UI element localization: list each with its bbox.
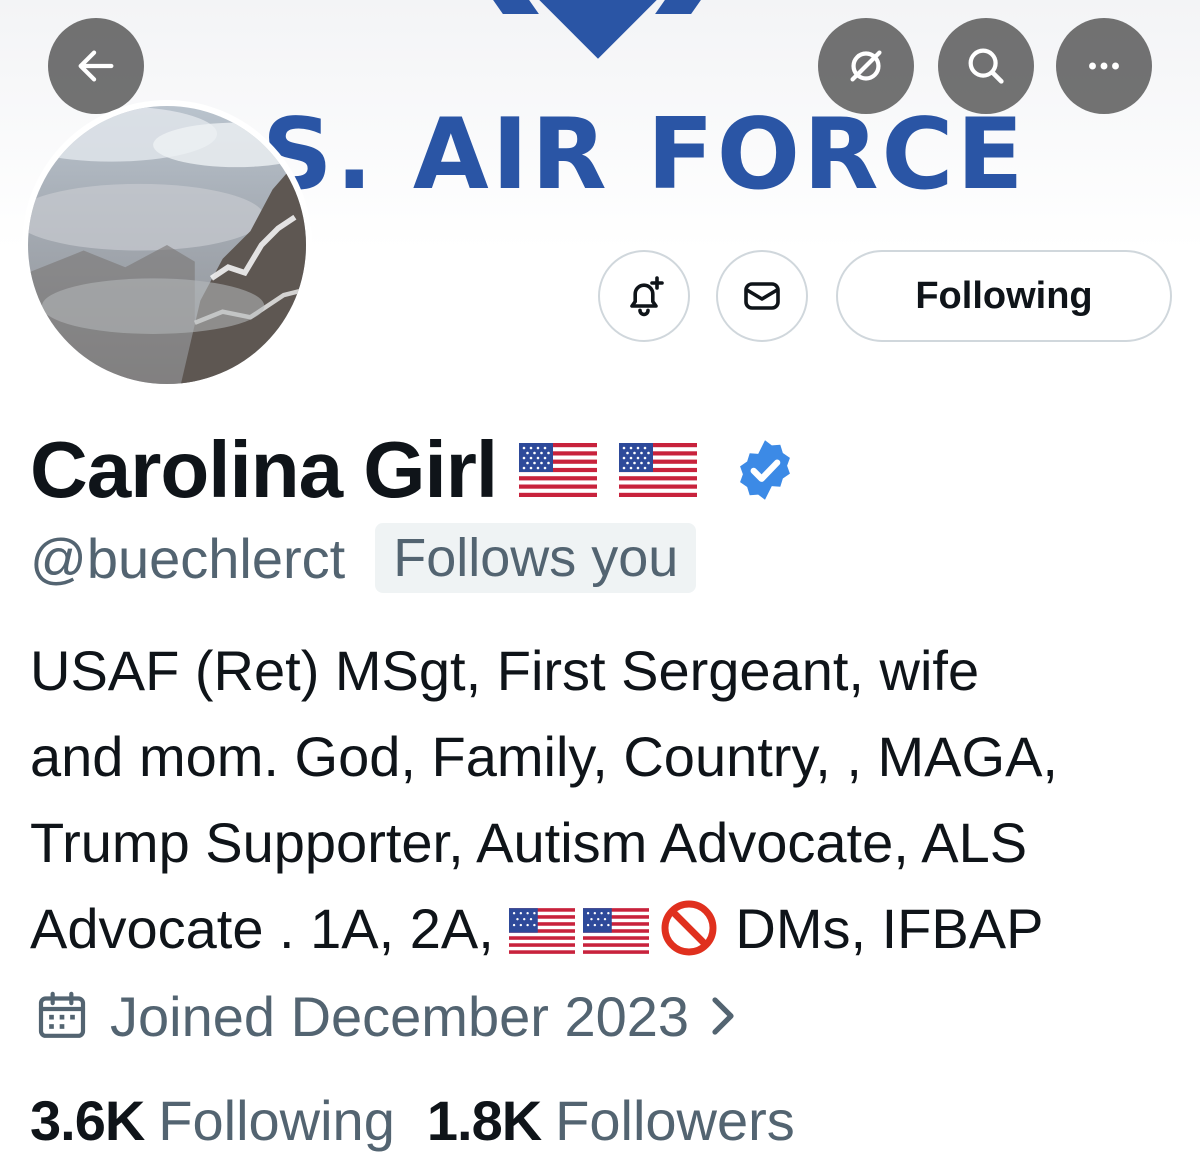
bio-line: Advocate . 1A, 2A, DMs, IFBAP	[30, 886, 1180, 972]
follows-you-badge: Follows you	[375, 523, 697, 593]
display-name-row: Carolina Girl	[30, 420, 799, 520]
joined-date: Joined December 2023	[110, 984, 690, 1048]
stats-row: 3.6K Following 1.8K Followers	[30, 1084, 827, 1156]
banner-logo-wing-left	[493, 0, 539, 14]
search-icon	[968, 48, 1004, 84]
bio: USAF (Ret) MSgt, First Sergeant, wife an…	[30, 628, 1180, 972]
chevron-right-icon	[712, 997, 734, 1035]
following-stat[interactable]: 3.6K Following	[30, 1088, 427, 1153]
avatar-image	[28, 106, 306, 384]
arrow-left-icon	[78, 50, 114, 82]
banner-logo-wing-right	[655, 0, 701, 14]
bio-line: USAF (Ret) MSgt, First Sergeant, wife	[30, 639, 980, 702]
more-button[interactable]	[1056, 18, 1152, 114]
followers-stat[interactable]: 1.8K Followers	[427, 1088, 827, 1153]
envelope-icon	[744, 282, 780, 310]
display-name: Carolina Girl	[30, 425, 498, 514]
grok-icon	[850, 50, 882, 82]
bell-plus-icon	[630, 276, 664, 317]
avatar[interactable]	[22, 100, 312, 390]
search-button[interactable]	[938, 18, 1034, 114]
banner-logo-diamond	[527, 0, 669, 59]
user-handle: @buechlerct	[30, 526, 346, 590]
us-flag-icon	[519, 443, 598, 497]
following-button[interactable]: Following	[836, 250, 1172, 342]
us-flag-icon	[509, 908, 576, 954]
us-flag-icon	[583, 908, 650, 954]
us-flag-icon	[619, 443, 698, 497]
followers-count: 1.8K	[426, 1088, 542, 1152]
handle-row: @buechlerct Follows you	[30, 522, 697, 594]
back-button[interactable]	[48, 18, 144, 114]
no-entry-icon	[661, 900, 717, 956]
grok-button[interactable]	[818, 18, 914, 114]
banner-text: S. AIR FORCE	[262, 98, 1027, 212]
more-icon	[1089, 62, 1119, 70]
notify-button[interactable]	[598, 250, 690, 342]
following-label: Following	[158, 1088, 395, 1152]
calendar-icon	[38, 991, 86, 1038]
joined-row[interactable]: Joined December 2023	[34, 980, 743, 1052]
followers-label: Followers	[555, 1088, 795, 1152]
bio-line-text: DMs, IFBAP	[735, 897, 1044, 960]
bio-line-text: Advocate . 1A, 2A,	[30, 897, 494, 960]
following-count: 3.6K	[30, 1088, 145, 1152]
message-button[interactable]	[716, 250, 808, 342]
verified-badge-icon[interactable]	[731, 436, 799, 504]
bio-line: and mom. God, Family, Country, , MAGA,	[30, 725, 1058, 788]
bio-line: Trump Supporter, Autism Advocate, ALS	[30, 811, 1028, 874]
